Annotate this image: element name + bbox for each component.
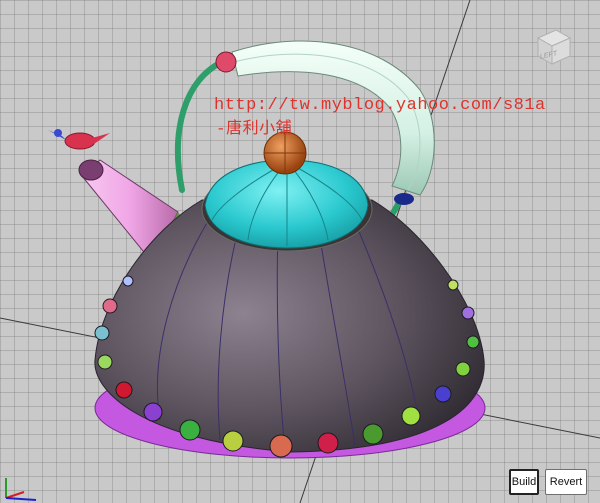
gem: [362, 423, 384, 445]
revert-button[interactable]: Revert: [545, 469, 587, 495]
gem: [447, 279, 459, 291]
bird-whistle: [48, 129, 110, 150]
lid-knob: [263, 131, 307, 175]
gem: [97, 354, 113, 370]
gem: [461, 306, 475, 320]
gem: [222, 430, 244, 452]
axis-triad-icon: [5, 478, 37, 501]
gem: [434, 385, 452, 403]
gem: [466, 335, 480, 349]
gem: [122, 275, 134, 287]
gem: [143, 402, 163, 422]
3d-viewport[interactable]: http://tw.myblog.yahoo.com/s81a -唐利小舖 LE…: [0, 0, 600, 503]
gem: [179, 419, 201, 441]
gem: [455, 361, 471, 377]
gem: [115, 381, 133, 399]
watermark-url: http://tw.myblog.yahoo.com/s81a: [214, 96, 546, 115]
gem: [102, 298, 118, 314]
watermark-shop-name: -唐利小舖: [216, 120, 293, 138]
viewcube-icon[interactable]: [530, 24, 574, 68]
gem: [94, 325, 110, 341]
build-button[interactable]: Build: [509, 469, 539, 495]
gem: [401, 406, 421, 426]
gem: [317, 432, 339, 454]
kettle-model-scene[interactable]: [0, 0, 600, 503]
gem: [269, 434, 293, 458]
